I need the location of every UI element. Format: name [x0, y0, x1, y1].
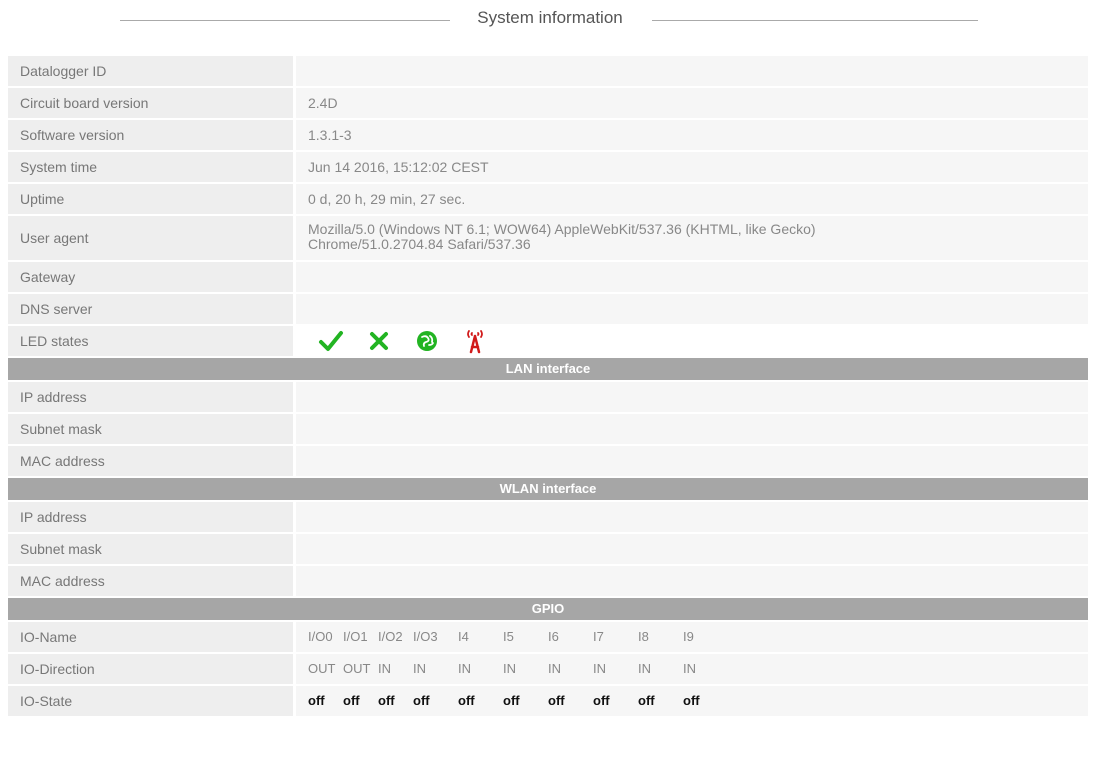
row-led-states: LED states: [8, 326, 1088, 356]
row-circuit-board-version: Circuit board version 2.4D: [8, 88, 1088, 118]
row-gateway: Gateway: [8, 262, 1088, 292]
io-direction-cells: OUT OUT IN IN IN IN IN IN IN IN: [308, 654, 728, 684]
io-name-cell: I4: [458, 629, 469, 644]
io-direction-cell: IN: [378, 661, 391, 676]
io-state-cell: off: [378, 693, 395, 708]
io-state-cell: off: [548, 693, 565, 708]
row-label: DNS server: [8, 294, 293, 324]
row-io-name: IO-Name I/O0 I/O1 I/O2 I/O3 I4 I5 I6 I7 …: [8, 622, 1088, 652]
row-value: [296, 566, 1088, 596]
row-label: Subnet mask: [8, 534, 293, 564]
row-value: [296, 534, 1088, 564]
title-row: System information: [0, 0, 1095, 40]
row-system-time: System time Jun 14 2016, 15:12:02 CEST: [8, 152, 1088, 182]
row-wlan-ip-address: IP address: [8, 502, 1088, 532]
page-title: System information: [477, 8, 623, 27]
row-value: [296, 56, 1088, 86]
row-lan-mac-address: MAC address: [8, 446, 1088, 476]
io-name-cell: I/O0: [308, 629, 333, 644]
row-value: [296, 262, 1088, 292]
user-agent-line-2: Chrome/51.0.2704.84 Safari/537.36: [308, 236, 531, 252]
io-direction-cell: IN: [458, 661, 471, 676]
io-name-cell: I9: [683, 629, 694, 644]
row-io-direction: IO-Direction OUT OUT IN IN IN IN IN IN I…: [8, 654, 1088, 684]
row-value: [296, 382, 1088, 412]
io-name-cell: I/O1: [343, 629, 368, 644]
io-direction-cell: IN: [548, 661, 561, 676]
io-name-cell: I7: [593, 629, 604, 644]
row-value: 0 d, 20 h, 29 min, 27 sec.: [296, 184, 1088, 214]
user-agent-line-1: Mozilla/5.0 (Windows NT 6.1; WOW64) Appl…: [308, 221, 816, 237]
io-direction-cell: IN: [638, 661, 651, 676]
led-icons: [318, 328, 488, 354]
io-name-cell: I8: [638, 629, 649, 644]
row-user-agent: User agent Mozilla/5.0 (Windows NT 6.1; …: [8, 216, 1088, 260]
row-label: LED states: [8, 326, 293, 356]
row-label: User agent: [8, 216, 293, 260]
io-state-cell: off: [308, 693, 325, 708]
row-uptime: Uptime 0 d, 20 h, 29 min, 27 sec.: [8, 184, 1088, 214]
row-value: [296, 414, 1088, 444]
row-io-state: IO-State off off off off off off off off…: [8, 686, 1088, 716]
row-label: Software version: [8, 120, 293, 150]
row-label: IP address: [8, 502, 293, 532]
io-state-cell: off: [503, 693, 520, 708]
io-state-cell: off: [638, 693, 655, 708]
row-lan-subnet-mask: Subnet mask: [8, 414, 1088, 444]
row-value: Jun 14 2016, 15:12:02 CEST: [296, 152, 1088, 182]
io-name-cell: I6: [548, 629, 559, 644]
io-direction-cell: IN: [593, 661, 606, 676]
row-label: IO-Direction: [8, 654, 293, 684]
row-label: Uptime: [8, 184, 293, 214]
row-lan-ip-address: IP address: [8, 382, 1088, 412]
row-label: MAC address: [8, 446, 293, 476]
io-state-cell: off: [593, 693, 610, 708]
io-direction-cell: IN: [683, 661, 696, 676]
row-value: 1.3.1-3: [296, 120, 1088, 150]
row-wlan-subnet-mask: Subnet mask: [8, 534, 1088, 564]
row-label: Gateway: [8, 262, 293, 292]
io-state-cells: off off off off off off off off off off: [308, 686, 728, 716]
row-value: [296, 446, 1088, 476]
io-name-cell: I/O2: [378, 629, 403, 644]
row-label: MAC address: [8, 566, 293, 596]
io-direction-cell: OUT: [343, 661, 371, 676]
io-direction-cell: IN: [413, 661, 426, 676]
io-direction-cell: IN: [503, 661, 516, 676]
row-label: Datalogger ID: [8, 56, 293, 86]
io-name-cells: I/O0 I/O1 I/O2 I/O3 I4 I5 I6 I7 I8 I9: [308, 622, 728, 652]
row-wlan-mac-address: MAC address: [8, 566, 1088, 596]
row-label: IO-State: [8, 686, 293, 716]
row-datalogger-id: Datalogger ID: [8, 56, 1088, 86]
antenna-icon: [467, 330, 483, 354]
system-info-table: Datalogger ID Circuit board version 2.4D…: [8, 56, 1088, 718]
title-divider-left: [120, 20, 450, 21]
io-name-cell: I5: [503, 629, 514, 644]
io-state-cell: off: [413, 693, 430, 708]
row-value: [296, 294, 1088, 324]
row-label: Subnet mask: [8, 414, 293, 444]
row-value: Mozilla/5.0 (Windows NT 6.1; WOW64) Appl…: [296, 216, 1088, 260]
io-state-cell: off: [683, 693, 700, 708]
io-state-cell: off: [343, 693, 360, 708]
section-lan-interface: LAN interface: [8, 358, 1088, 380]
section-gpio: GPIO: [8, 598, 1088, 620]
row-label: IP address: [8, 382, 293, 412]
row-label: IO-Name: [8, 622, 293, 652]
title-divider-right: [652, 20, 978, 21]
section-wlan-interface: WLAN interface: [8, 478, 1088, 500]
check-icon: [319, 331, 343, 351]
row-dns-server: DNS server: [8, 294, 1088, 324]
io-direction-cell: OUT: [308, 661, 336, 676]
row-label: System time: [8, 152, 293, 182]
row-label: Circuit board version: [8, 88, 293, 118]
globe-icon: [417, 331, 437, 351]
io-name-cell: I/O3: [413, 629, 438, 644]
row-value: [296, 502, 1088, 532]
cross-icon: [370, 332, 388, 350]
row-value: 2.4D: [296, 88, 1088, 118]
row-software-version: Software version 1.3.1-3: [8, 120, 1088, 150]
io-state-cell: off: [458, 693, 475, 708]
